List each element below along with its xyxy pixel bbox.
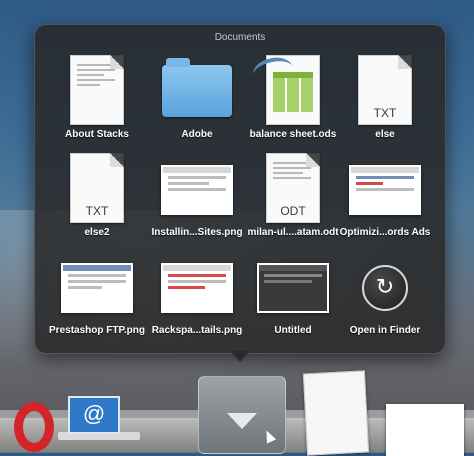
document-stack-icon[interactable]: [302, 370, 370, 456]
stack-item-label: milan-ul....atam.odt: [247, 227, 339, 238]
stack-item-installin-sites[interactable]: Installin...Sites.png: [145, 153, 249, 243]
stack-item-adobe[interactable]: Adobe: [145, 55, 249, 145]
stack-item-label: Optimizi...ords Ads: [339, 227, 431, 238]
png-preview-icon: [349, 165, 421, 215]
stack-item-milan-odt[interactable]: ODT milan-ul....atam.odt: [241, 153, 345, 243]
spreadsheet-icon: [250, 54, 320, 125]
document-preview-icon: [70, 55, 124, 125]
stack-item-label: else2: [84, 227, 110, 238]
png-preview-icon: [161, 263, 233, 313]
txt-file-icon: TXT: [358, 55, 412, 125]
stack-title: Documents: [214, 32, 266, 43]
folder-icon: [162, 58, 232, 117]
stack-item-label: balance sheet.ods: [249, 129, 337, 140]
open-in-finder-button[interactable]: ↻ Open in Finder: [333, 251, 437, 341]
stack-toggle-icon: [227, 413, 257, 429]
stack-item-prestashop-ftp[interactable]: Prestashop FTP.png: [45, 251, 149, 341]
odt-file-icon: ODT: [266, 153, 320, 223]
screenshot-icon[interactable]: [386, 404, 464, 456]
stack-item-untitled[interactable]: Untitled: [241, 251, 345, 341]
stack-item-label: Adobe: [181, 129, 213, 140]
stack-item-label: else: [375, 129, 395, 140]
stack-item-label: About Stacks: [65, 129, 129, 140]
stack-item-label: Installin...Sites.png: [151, 227, 243, 238]
open-in-finder-icon: ↻: [362, 265, 408, 311]
documents-stack-panel: Documents About Stacks Adobe balance she…: [34, 24, 446, 354]
stack-item-else2[interactable]: TXT else2: [45, 153, 149, 243]
stack-item-label: Open in Finder: [349, 325, 421, 336]
png-preview-icon: [161, 165, 233, 215]
panel-pointer: [230, 351, 250, 362]
stack-item-label: Rackspa...tails.png: [151, 325, 243, 336]
stack-item-balance-sheet[interactable]: balance sheet.ods: [241, 54, 345, 145]
opera-icon[interactable]: [14, 402, 54, 452]
stack-item-else[interactable]: TXT else: [333, 55, 437, 145]
mail-icon[interactable]: @: [68, 396, 120, 434]
stack-item-optimizi-ads[interactable]: Optimizi...ords Ads: [333, 153, 437, 243]
stack-item-label: Untitled: [274, 325, 312, 336]
stack-item-rackspa-tails[interactable]: Rackspa...tails.png: [145, 251, 249, 341]
stack-item-label: Prestashop FTP.png: [49, 325, 145, 336]
png-preview-icon: [257, 263, 329, 313]
stack-item-about-stacks[interactable]: About Stacks: [45, 55, 149, 145]
stack-toggle-button[interactable]: [198, 376, 286, 454]
txt-file-icon: TXT: [70, 153, 124, 223]
png-preview-icon: [61, 263, 133, 313]
